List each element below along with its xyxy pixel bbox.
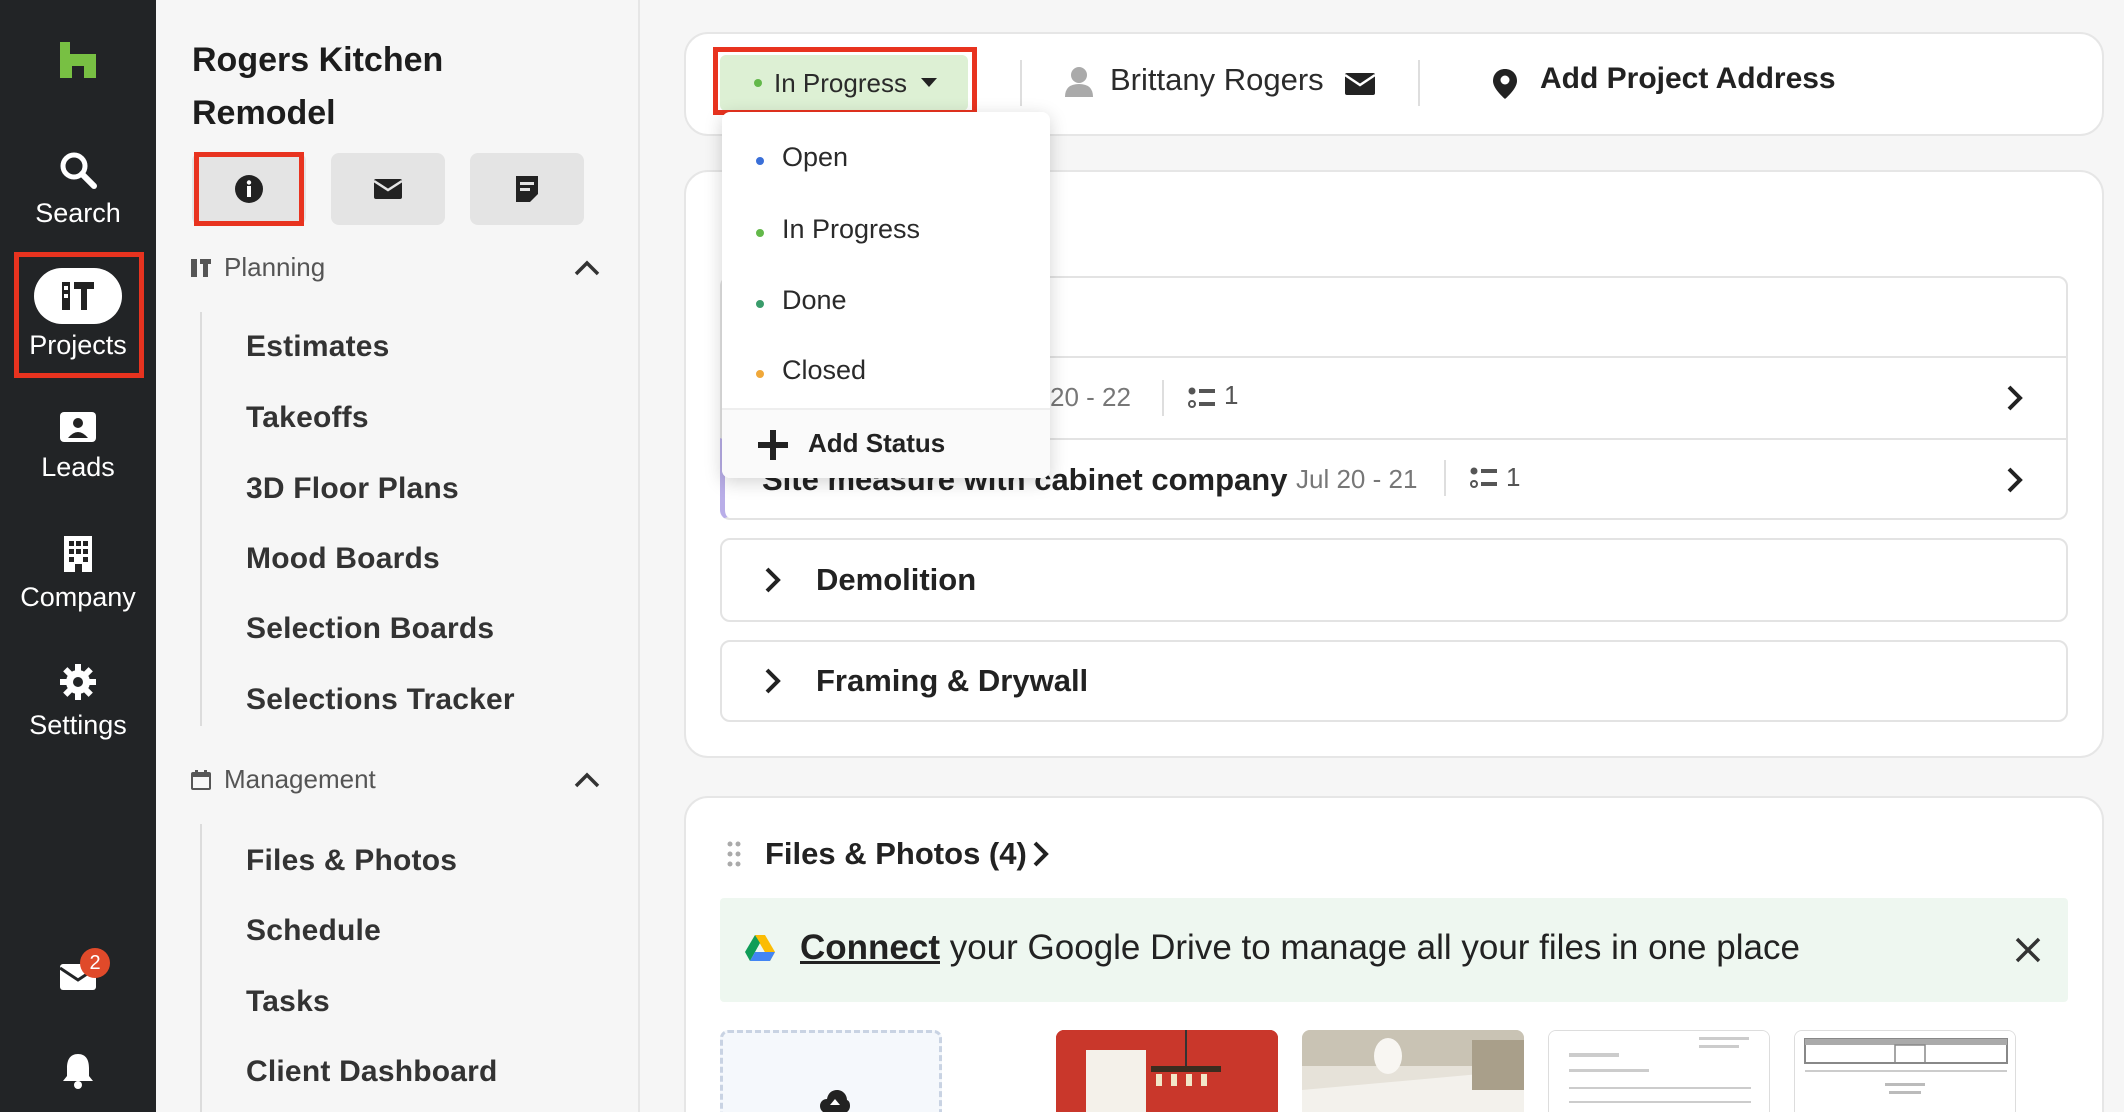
google-drive-icon bbox=[745, 935, 775, 961]
highlight-projects bbox=[14, 252, 144, 378]
countertop-photo bbox=[1302, 1030, 1524, 1112]
search-icon bbox=[60, 152, 97, 189]
add-status-label: Add Status bbox=[808, 428, 946, 458]
client-name[interactable]: Brittany Rogers bbox=[1110, 62, 1324, 98]
rail-leads[interactable]: Leads bbox=[0, 410, 156, 483]
nav-3d-floor-plans[interactable]: 3D Floor Plans bbox=[246, 472, 459, 506]
message-button[interactable] bbox=[331, 153, 445, 225]
google-drive-banner: Connect your Google Drive to manage all … bbox=[720, 898, 2068, 1002]
photo-thumbnail[interactable] bbox=[1302, 1030, 1524, 1112]
highlight-status bbox=[713, 47, 977, 115]
task-dates: 20 - 22 bbox=[1050, 382, 1131, 412]
document-thumbnail[interactable] bbox=[1548, 1030, 1770, 1112]
notes-button[interactable] bbox=[470, 153, 584, 225]
nav-takeoffs[interactable]: Takeoffs bbox=[246, 401, 369, 435]
person-icon bbox=[1065, 67, 1093, 97]
upload-tile[interactable] bbox=[720, 1030, 942, 1112]
rail-company-label: Company bbox=[20, 582, 136, 612]
task-dates: Jul 20 - 21 bbox=[1296, 464, 1418, 494]
chevron-right-icon bbox=[765, 668, 781, 694]
close-icon[interactable] bbox=[2014, 936, 2042, 964]
status-option-dot bbox=[756, 229, 764, 237]
nav-client-dashboard[interactable]: Client Dashboard bbox=[246, 1055, 498, 1089]
task-divider bbox=[1162, 380, 1164, 416]
nav-files-photos[interactable]: Files & Photos bbox=[246, 844, 457, 878]
houzz-logo[interactable] bbox=[58, 40, 98, 80]
inbox-badge: 2 bbox=[80, 948, 110, 978]
nav-estimates[interactable]: Estimates bbox=[246, 330, 390, 364]
rail-settings[interactable]: Settings bbox=[0, 662, 156, 741]
planning-icon bbox=[191, 258, 211, 277]
status-option-closed[interactable]: Closed bbox=[782, 355, 866, 386]
status-option-in-progress[interactable]: In Progress bbox=[782, 214, 920, 245]
management-rule bbox=[200, 824, 202, 1112]
status-option-done[interactable]: Done bbox=[782, 285, 847, 316]
planning-rule bbox=[200, 312, 202, 726]
chevron-up-icon[interactable] bbox=[574, 260, 600, 276]
estimate-document bbox=[1549, 1031, 1769, 1112]
project-sidebar: Rogers Kitchen Remodel Planning Estimate… bbox=[156, 0, 640, 1112]
rail-leads-label: Leads bbox=[41, 452, 115, 482]
rail-company[interactable]: Company bbox=[0, 534, 156, 613]
note-icon bbox=[516, 176, 538, 202]
management-header[interactable]: Management bbox=[190, 764, 600, 795]
add-address-link[interactable]: Add Project Address bbox=[1540, 62, 1836, 96]
drag-handle-icon[interactable] bbox=[726, 840, 742, 868]
calendar-icon bbox=[191, 769, 211, 790]
status-option-open[interactable]: Open bbox=[782, 142, 848, 173]
files-title[interactable]: Files & Photos (4) bbox=[765, 836, 1027, 872]
photo-thumbnail[interactable] bbox=[1056, 1030, 1278, 1112]
nav-schedule[interactable]: Schedule bbox=[246, 914, 381, 948]
planning-label: Planning bbox=[224, 252, 326, 282]
bell-icon[interactable] bbox=[60, 1050, 96, 1090]
add-status-button[interactable]: Add Status bbox=[722, 408, 1050, 478]
plus-icon bbox=[758, 430, 788, 460]
task-count: 1 bbox=[1506, 462, 1521, 492]
status-option-dot bbox=[756, 157, 764, 165]
checklist-icon bbox=[1188, 387, 1215, 408]
connect-link[interactable]: Connect bbox=[800, 928, 940, 967]
leads-icon bbox=[60, 412, 96, 442]
planning-header[interactable]: Planning bbox=[190, 252, 600, 283]
nav-tasks[interactable]: Tasks bbox=[246, 985, 330, 1019]
phase-group-title: Demolition bbox=[816, 562, 977, 597]
google-drive-text: Connect your Google Drive to manage all … bbox=[800, 928, 1800, 968]
checklist-icon bbox=[1470, 467, 1497, 488]
status-option-dot bbox=[756, 300, 764, 308]
rail-search-label: Search bbox=[35, 198, 121, 228]
settings-icon bbox=[60, 664, 96, 700]
task-count: 1 bbox=[1224, 380, 1239, 410]
envelope-icon bbox=[373, 179, 403, 199]
task-divider bbox=[1444, 460, 1446, 496]
app-rail: Search Projects Leads Company Settings 2 bbox=[0, 0, 156, 1112]
header-divider bbox=[1020, 60, 1022, 106]
chevron-right-icon bbox=[765, 567, 781, 593]
status-option-dot bbox=[756, 370, 764, 378]
document-thumbnail[interactable] bbox=[1794, 1030, 2016, 1112]
client-email-icon[interactable] bbox=[1344, 72, 1376, 96]
chevron-right-icon[interactable] bbox=[2006, 466, 2024, 494]
header-divider bbox=[1418, 60, 1420, 106]
google-drive-message: your Google Drive to manage all your fil… bbox=[940, 928, 1800, 967]
nav-mood-boards[interactable]: Mood Boards bbox=[246, 542, 440, 576]
status-dropdown-menu: Open In Progress Done Closed Add Status bbox=[722, 112, 1050, 478]
chevron-up-icon[interactable] bbox=[574, 772, 600, 788]
floor-plan-document bbox=[1795, 1031, 2015, 1112]
highlight-info bbox=[194, 152, 304, 226]
main-content: In Progress Brittany Rogers Add Project … bbox=[640, 0, 2124, 1112]
project-title: Rogers Kitchen Remodel bbox=[192, 41, 444, 132]
company-icon bbox=[64, 536, 92, 572]
chevron-right-icon[interactable] bbox=[2006, 384, 2024, 412]
upload-cloud-icon bbox=[820, 1090, 850, 1112]
nav-selections-tracker[interactable]: Selections Tracker bbox=[246, 683, 515, 717]
rail-search[interactable]: Search bbox=[0, 150, 156, 229]
management-label: Management bbox=[224, 764, 376, 794]
chandelier-photo bbox=[1056, 1030, 1278, 1112]
map-pin-icon bbox=[1493, 69, 1517, 99]
phase-group-title: Framing & Drywall bbox=[816, 663, 1089, 698]
rail-settings-label: Settings bbox=[29, 710, 127, 740]
nav-selection-boards[interactable]: Selection Boards bbox=[246, 612, 494, 646]
chevron-right-icon[interactable] bbox=[1032, 840, 1050, 868]
